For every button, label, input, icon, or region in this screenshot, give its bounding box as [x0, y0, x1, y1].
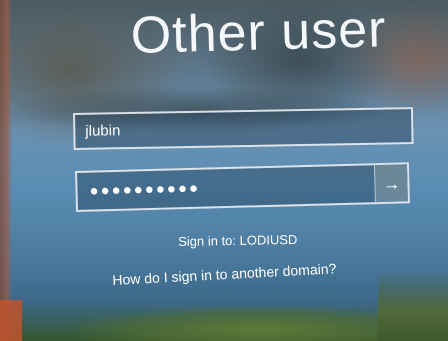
- other-domain-link[interactable]: How do I sign in to another domain?: [112, 260, 337, 288]
- background-decor: [378, 270, 448, 341]
- password-masked-value: ●●●●●●●●●●: [89, 179, 201, 200]
- background-decor: [0, 0, 12, 341]
- sign-in-domain-label: Sign in to: LODIUSD: [178, 231, 298, 249]
- arrow-right-icon: →: [382, 172, 401, 194]
- username-field[interactable]: jlubin: [73, 107, 414, 150]
- page-title: Other user: [130, 0, 388, 65]
- password-field[interactable]: ●●●●●●●●●● →: [75, 162, 410, 212]
- username-value: jlubin: [85, 122, 121, 140]
- background-decor: [0, 300, 22, 341]
- submit-button[interactable]: →: [373, 164, 408, 203]
- lock-screen: Other user jlubin ●●●●●●●●●● → Sign in t…: [0, 0, 448, 341]
